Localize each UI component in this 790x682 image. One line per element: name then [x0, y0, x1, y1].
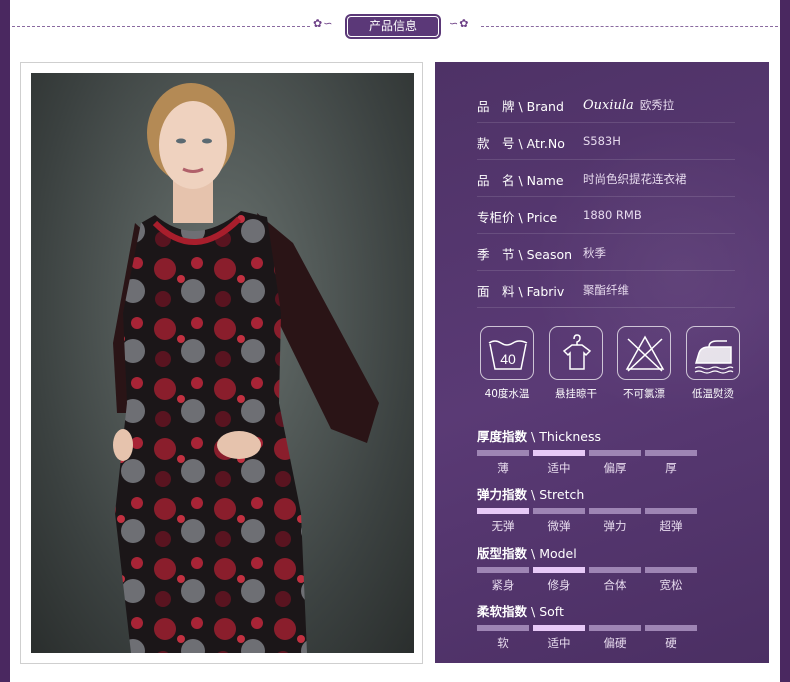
low-iron-icon — [686, 326, 740, 380]
spec-value: 时尚色织提花连衣裙 — [583, 172, 687, 186]
scale-title-en: Thickness — [539, 429, 601, 444]
spec-label: 专柜价 \ Price — [477, 210, 558, 225]
scale-segment-selected — [477, 508, 529, 514]
scale-title-soft: 柔软指数 \ Soft — [477, 604, 564, 619]
product-photo — [31, 73, 414, 653]
product-photo-frame — [20, 62, 423, 664]
spec-value: 秋季 — [583, 246, 606, 260]
scale-title-cn: 柔软指数 — [477, 604, 528, 619]
scale-segment — [645, 508, 697, 514]
spec-value: Ouxiula 欧秀拉 — [583, 97, 674, 113]
scale-option: 适中 — [547, 636, 571, 650]
scale-title-cn: 弹力指数 — [477, 487, 528, 502]
scale-segment — [589, 567, 641, 573]
scale-option: 偏厚 — [603, 461, 627, 475]
scale-option: 薄 — [497, 461, 509, 475]
ornament-right-icon: ∽✿ — [449, 17, 470, 30]
care-item-iron: 低温熨烫 — [685, 326, 741, 401]
product-info-panel: 品 牌 \ Brand Ouxiula 欧秀拉 款 号 \ Atr.No S583… — [435, 62, 769, 663]
scale-option: 厚 — [665, 461, 677, 475]
scale-title-en: Soft — [539, 604, 564, 619]
care-label: 悬挂晾干 — [555, 388, 597, 400]
scale-option: 硬 — [665, 636, 677, 650]
spec-row-price: 专柜价 \ Price 1880 RMB — [477, 197, 735, 234]
spec-row-fabric: 面 料 \ Fabriv 聚酯纤维 — [477, 271, 735, 308]
scale-segment — [589, 508, 641, 514]
header-divider-right — [481, 26, 778, 27]
scale-option: 合体 — [603, 578, 627, 592]
scale-title-stretch: 弹力指数 \ Stretch — [477, 487, 585, 502]
spec-label: 品 牌 \ Brand — [477, 99, 564, 114]
scale-title-cn: 版型指数 — [477, 546, 528, 561]
scale-option: 微弹 — [547, 519, 571, 533]
scale-option: 超弹 — [659, 519, 683, 533]
brand-name: 欧秀拉 — [639, 98, 675, 112]
no-bleach-icon — [617, 326, 671, 380]
scale-segment — [477, 450, 529, 456]
wash-40-icon: 40 — [480, 326, 534, 380]
spec-label: 品 名 \ Name — [477, 173, 564, 188]
scale-option: 弹力 — [603, 519, 627, 533]
scale-segment — [589, 625, 641, 631]
scale-option: 紧身 — [491, 578, 515, 592]
care-label: 40度水温 — [484, 388, 530, 400]
scale-title-en: Model — [539, 546, 577, 561]
scale-title-model: 版型指数 \ Model — [477, 546, 577, 561]
scale-segment — [477, 625, 529, 631]
scale-segment — [589, 450, 641, 456]
spec-value: 1880 RMB — [583, 208, 642, 222]
care-label: 不可氯漂 — [623, 388, 665, 400]
scale-option: 宽松 — [659, 578, 683, 592]
header-divider-left — [12, 26, 310, 27]
scale-option: 偏硬 — [603, 636, 627, 650]
care-label: 低温熨烫 — [692, 388, 734, 400]
scale-option: 适中 — [547, 461, 571, 475]
scale-option: 软 — [497, 636, 509, 650]
spec-row-atr: 款 号 \ Atr.No S583H — [477, 123, 735, 160]
spec-row-name: 品 名 \ Name 时尚色织提花连衣裙 — [477, 160, 735, 197]
spec-row-brand: 品 牌 \ Brand Ouxiula 欧秀拉 — [477, 86, 735, 123]
spec-label: 款 号 \ Atr.No — [477, 136, 565, 151]
model-illustration — [113, 83, 379, 653]
scale-segment-selected — [533, 567, 585, 573]
wash-temperature: 40 — [500, 351, 516, 367]
spec-value: 聚酯纤维 — [583, 283, 629, 297]
scale-segment — [533, 508, 585, 514]
scale-segment — [477, 567, 529, 573]
brand-logo: Ouxiula — [583, 98, 634, 113]
scale-segment-selected — [533, 625, 585, 631]
ornament-left-icon: ✿∽ — [313, 17, 334, 30]
spec-value: S583H — [583, 134, 621, 148]
hang-dry-icon — [549, 326, 603, 380]
scale-segment — [645, 625, 697, 631]
scale-title-cn: 厚度指数 — [477, 429, 528, 444]
care-item-hang: 悬挂晾干 — [548, 326, 604, 401]
scale-title-thickness: 厚度指数 \ Thickness — [477, 429, 601, 444]
spec-row-season: 季 节 \ Season 秋季 — [477, 234, 735, 271]
spec-label: 季 节 \ Season — [477, 247, 573, 262]
spec-label: 面 料 \ Fabriv — [477, 284, 565, 299]
care-item-bleach: 不可氯漂 — [616, 326, 672, 401]
scale-title-en: Stretch — [539, 487, 585, 502]
scale-option: 修身 — [547, 578, 571, 592]
scale-segment — [645, 450, 697, 456]
scale-segment — [645, 567, 697, 573]
right-border — [780, 0, 790, 682]
scale-option: 无弹 — [491, 519, 515, 533]
section-title: 产品信息 — [347, 16, 439, 37]
scale-segment-selected — [533, 450, 585, 456]
care-item-wash: 40 40度水温 — [479, 326, 535, 401]
left-border — [0, 0, 10, 682]
